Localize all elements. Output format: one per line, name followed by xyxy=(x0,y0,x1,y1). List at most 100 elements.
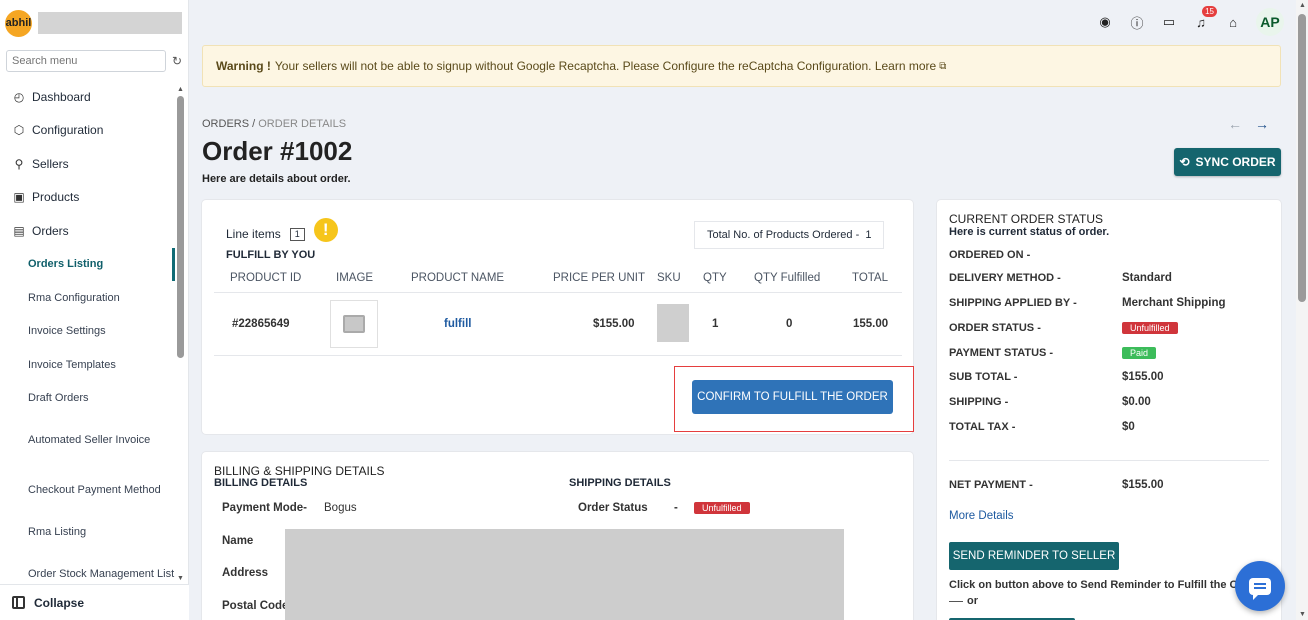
main-scroll-thumb[interactable] xyxy=(1298,14,1306,302)
collapse-icon xyxy=(12,596,25,609)
topbar-icons: ◉ ⓘ ▭ ♫ 15 ⌂ AP xyxy=(1096,6,1284,36)
external-link-icon[interactable]: ⧉ xyxy=(939,61,946,72)
payment-status-badge: Paid xyxy=(1122,347,1157,359)
sidebar-item-dashboard[interactable]: ◴ Dashboard xyxy=(0,80,175,114)
sidebar-item-label: Configuration xyxy=(32,123,104,138)
sidebar-item-label: Sellers xyxy=(32,156,69,171)
sidebar-subitem-rma-configuration[interactable]: Rma Configuration xyxy=(0,281,175,315)
scroll-down-arrow-icon[interactable]: ▼ xyxy=(177,575,184,582)
sidebar-subitem-draft-orders[interactable]: Draft Orders xyxy=(0,382,175,416)
sidebar-item-label: Orders xyxy=(32,223,69,238)
scroll-up-arrow-icon[interactable]: ▲ xyxy=(177,86,184,93)
column-header: PRICE PER UNIT xyxy=(553,272,646,284)
billing-shipping-card: BILLING & SHIPPING DETAILS BILLING DETAI… xyxy=(202,452,913,620)
payment-status-row: PAYMENT STATUS - Paid xyxy=(949,347,1269,359)
net-payment-value: $155.00 xyxy=(1122,479,1164,491)
sidebar-subitem-rma-listing[interactable]: Rma Listing xyxy=(0,515,175,549)
shipping-applied-label: SHIPPING APPLIED BY - xyxy=(949,297,1077,309)
dashboard-icon: ◴ xyxy=(13,89,25,104)
net-payment-label: NET PAYMENT - xyxy=(949,479,1033,491)
account-icon[interactable]: ◉ xyxy=(1096,11,1114,33)
sync-order-label: SYNC ORDER xyxy=(1195,155,1276,169)
row-total: 155.00 xyxy=(853,318,889,330)
send-reminder-button[interactable]: SEND REMINDER TO SELLER xyxy=(949,542,1119,570)
total-products-label: Total No. of Products Ordered - xyxy=(707,229,860,241)
breadcrumb-orders[interactable]: ORDERS xyxy=(202,118,249,130)
box-icon: ▣ xyxy=(13,190,25,205)
learn-more-link[interactable]: Learn more xyxy=(875,59,936,73)
sync-order-button[interactable]: ⟲ SYNC ORDER xyxy=(1174,148,1281,176)
recaptcha-warning: Warning ! Your sellers will not be able … xyxy=(202,45,1281,87)
sidebar-item-sellers[interactable]: ⚲ Sellers xyxy=(0,147,175,181)
payment-status-label: PAYMENT STATUS - xyxy=(949,347,1054,359)
sidebar-item-orders[interactable]: ▤ Orders xyxy=(0,214,175,248)
sidebar-item-products[interactable]: ▣ Products xyxy=(0,181,175,215)
main-scrollbar[interactable]: ▲ ▼ xyxy=(1296,0,1308,620)
sidebar-item-label: Products xyxy=(32,190,80,205)
name-label: Name xyxy=(222,535,254,547)
delivery-method-row: DELIVERY METHOD - Standard xyxy=(949,272,1269,284)
warning-icon: ! xyxy=(313,218,338,242)
image-placeholder-icon xyxy=(343,315,365,333)
collapse-button[interactable]: Collapse xyxy=(0,584,189,620)
scroll-up-arrow-icon[interactable]: ▲ xyxy=(1299,2,1306,9)
sync-icon: ⟲ xyxy=(1179,155,1190,169)
breadcrumb: ORDERS / ORDER DETAILS xyxy=(202,118,346,130)
shipping-row: SHIPPING - $0.00 xyxy=(949,396,1269,408)
line-items-label: Line items xyxy=(226,227,281,241)
product-name-link[interactable]: fulfill xyxy=(444,318,471,330)
refresh-icon[interactable]: ↻ xyxy=(172,54,182,68)
shipping-applied-value: Merchant Shipping xyxy=(1122,297,1226,309)
delivery-method-label: DELIVERY METHOD - xyxy=(949,272,1061,284)
store-name-redacted xyxy=(38,12,182,34)
shipping-status-badge: Unfulfilled xyxy=(694,502,750,514)
sidebar-subitem-automated-seller-invoice[interactable]: Automated Seller Invoice xyxy=(0,415,175,465)
help-icon[interactable]: ⓘ xyxy=(1128,11,1146,33)
page-subtitle: Here are details about order. xyxy=(202,173,351,185)
store-logo[interactable]: abhil xyxy=(5,9,32,37)
billing-redacted xyxy=(285,529,844,620)
sidebar-item-configuration[interactable]: ⬡ Configuration xyxy=(0,114,175,148)
search-menu-input[interactable] xyxy=(6,50,166,72)
order-status-badge: Unfulfilled xyxy=(1122,322,1178,334)
document-icon: ▤ xyxy=(13,223,25,238)
billing-details-heading: BILLING DETAILS xyxy=(214,477,308,489)
sku-redacted xyxy=(657,304,689,342)
more-details-link[interactable]: More Details xyxy=(949,510,1014,522)
subtotal-label: SUB TOTAL - xyxy=(949,371,1018,383)
product-id: #22865649 xyxy=(232,318,290,330)
next-order-arrow-icon[interactable]: → xyxy=(1255,116,1269,132)
total-products-ordered: Total No. of Products Ordered - 1 xyxy=(694,221,885,249)
subtotal-row: SUB TOTAL - $155.00 xyxy=(949,371,1269,383)
status-card-title: CURRENT ORDER STATUS xyxy=(949,212,1104,226)
collapse-label: Collapse xyxy=(34,595,85,610)
sidebar-scroll-thumb[interactable] xyxy=(177,96,184,358)
sidebar-subitem-invoice-settings[interactable]: Invoice Settings xyxy=(0,315,175,349)
warning-label: Warning ! xyxy=(216,59,271,73)
or-line xyxy=(949,600,963,602)
avatar[interactable]: AP xyxy=(1256,8,1284,36)
sidebar-subitem-checkout-payment-method[interactable]: Checkout Payment Method xyxy=(0,465,175,515)
sidebar-item-label: Dashboard xyxy=(32,89,91,104)
total-products-value: 1 xyxy=(865,229,872,241)
column-header: QTY xyxy=(703,272,727,284)
previous-order-arrow-icon[interactable]: ← xyxy=(1228,116,1242,132)
product-image xyxy=(330,300,378,348)
sidebar-scrollbar[interactable]: ▲ ▼ xyxy=(176,86,185,582)
bell-icon[interactable]: ♫ 15 xyxy=(1192,6,1217,33)
table-row: #22865649 fulfill $155.00 1 0 155.00 xyxy=(214,294,902,356)
order-status-row: ORDER STATUS - Unfulfilled xyxy=(949,322,1269,334)
store-icon[interactable]: ⌂ xyxy=(1224,11,1242,33)
line-items-count: 1 xyxy=(289,227,305,241)
shipping-label: SHIPPING - xyxy=(949,396,1009,408)
shipping-details-heading: SHIPPING DETAILS xyxy=(569,477,671,489)
column-header: SKU xyxy=(657,272,681,284)
scroll-down-arrow-icon[interactable]: ▼ xyxy=(1299,611,1306,618)
sidebar-subitem-invoice-templates[interactable]: Invoice Templates xyxy=(0,348,175,382)
feedback-icon[interactable]: ▭ xyxy=(1160,11,1178,33)
chat-button[interactable] xyxy=(1235,561,1285,611)
sidebar-subitem-orders-listing[interactable]: Orders Listing xyxy=(0,247,175,281)
notification-badge: 15 xyxy=(1202,6,1217,17)
confirm-fulfill-button[interactable]: CONFIRM TO FULFILL THE ORDER xyxy=(692,380,893,414)
order-navigation: ← → xyxy=(1228,116,1269,132)
